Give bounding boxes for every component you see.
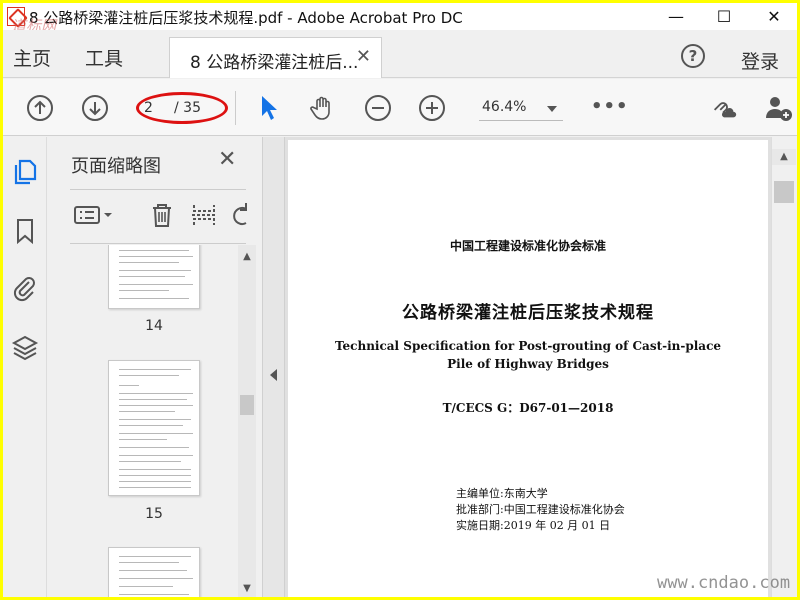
thumbnails-panel: 页面缩略图 ✕ 14 15 ▲ ▼ [48,137,262,597]
hand-tool-button[interactable] [308,93,338,123]
panel-divider [70,189,246,190]
maximize-button[interactable]: ☐ [701,3,747,30]
toolbar: 2 / 35 46.4% ••• [3,79,797,136]
next-page-button[interactable] [80,93,110,123]
plus-circle-icon [419,95,445,121]
doc-org-line: 中国工程建设标准化协会标准 [449,239,606,253]
doc-code: T/CECS G：D67-01—2018 [442,401,614,415]
page-thumbnails-tab[interactable] [11,157,39,185]
title-bar: 8 公路桥梁灌注桩后压浆技术规程.pdf - Adobe Acrobat Pro… [3,3,797,35]
doc-title-en-1: Technical Specification for Post-groutin… [334,339,722,353]
toolbar-divider [235,91,236,125]
close-panel-icon[interactable]: ✕ [218,147,236,172]
tab-tools[interactable]: 工具 [85,44,123,71]
more-tools-button[interactable]: ••• [591,96,629,117]
delete-pages-button[interactable] [148,201,176,229]
trash-icon [153,204,171,227]
doc-title-cn: 公路桥梁灌注桩后压浆技术规程 [402,303,654,323]
add-user-button[interactable] [763,93,793,123]
scroll-up-icon[interactable]: ▲ [772,149,796,165]
cursor-arrow-icon [262,96,277,120]
layers-icon [11,335,39,361]
page-thumbnail[interactable] [108,245,200,309]
minimize-icon: — [668,7,684,26]
watermark-bottom: www.cndao.com [657,573,791,593]
rotate-icon [233,203,247,225]
share-link-button[interactable] [709,93,739,123]
login-button[interactable]: 登录 [741,47,779,74]
tab-home[interactable]: 主页 [13,44,51,71]
scroll-down-icon[interactable]: ▼ [241,583,253,595]
document-tab-label: 8 公路桥梁灌注桩后... [190,53,359,73]
close-icon: ✕ [767,7,781,26]
minimize-button[interactable]: — [653,3,699,30]
scrollbar-thumb[interactable] [240,395,254,415]
panel-title: 页面缩略图 [71,156,161,177]
bookmarks-tab[interactable] [11,217,39,245]
scrollbar-thumb[interactable] [774,181,794,203]
arrow-up-icon [27,95,53,121]
add-user-icon [766,97,792,121]
panel-divider [70,243,246,244]
thumbnail-page-number: 14 [145,318,163,334]
attachments-tab[interactable] [11,274,39,302]
layers-tab[interactable] [11,333,39,361]
page-thumbnail[interactable] [108,547,200,597]
zoom-value: 46.4% [482,99,527,115]
close-window-button[interactable]: ✕ [751,3,797,30]
arrow-down-icon [82,95,108,121]
hand-icon [310,96,330,120]
pages-icon [14,159,37,185]
rotate-pages-button[interactable] [230,201,250,229]
split-pages-icon [192,205,216,225]
previous-page-button[interactable] [25,93,55,123]
help-icon[interactable]: ? [681,44,705,68]
bookmark-icon [17,219,33,245]
scroll-up-icon[interactable]: ▲ [241,251,253,263]
red-annotation-ellipse [136,92,228,124]
acrobat-window: 8 公路桥梁灌注桩后压浆技术规程.pdf - Adobe Acrobat Pro… [3,3,797,597]
zoom-dropdown[interactable]: 46.4% [479,99,563,121]
doc-approver: 批准部门:中国工程建设标准化协会 [456,503,625,516]
thumbnail-scrollbar[interactable]: ▲ ▼ [238,245,256,597]
minus-circle-icon [365,95,391,121]
thumbnail-list: 14 15 [48,245,238,597]
chevron-down-icon [547,106,557,112]
maximize-icon: ☐ [716,7,732,26]
paperclip-icon [13,277,35,302]
tab-bar: 主页 工具 8 公路桥梁灌注桩后... ✕ ? 登录 [3,30,797,78]
document-view: 中国工程建设标准化协会标准 公路桥梁灌注桩后压浆技术规程 Technical S… [285,137,771,597]
navigation-rail [3,137,47,597]
tab-document[interactable]: 8 公路桥梁灌注桩后... ✕ [169,37,382,78]
zoom-out-button[interactable] [363,93,393,123]
thumbnail-page-number: 15 [145,506,163,522]
panel-splitter[interactable] [262,137,285,597]
extract-pages-button[interactable] [190,201,218,229]
collapse-panel-icon[interactable] [270,369,277,381]
doc-date: 实施日期:2019 年 02 月 01 日 [456,519,611,532]
page-number-field[interactable]: 2 / 35 [136,92,228,124]
select-tool-button[interactable] [253,93,283,123]
pdf-page: 中国工程建设标准化协会标准 公路桥梁灌注桩后压浆技术规程 Technical S… [288,140,768,597]
close-tab-icon[interactable]: ✕ [356,46,371,67]
window-title: 8 公路桥梁灌注桩后压浆技术规程.pdf - Adobe Acrobat Pro… [29,9,463,27]
list-options-icon [74,206,112,224]
doc-title-en-2: Pile of Highway Bridges [447,357,609,371]
zoom-in-button[interactable] [417,93,447,123]
link-cloud-icon [713,102,737,118]
doc-editor: 主编单位:东南大学 [456,487,548,500]
document-scrollbar[interactable]: ▲ [771,137,797,597]
page-thumbnail[interactable] [108,360,200,496]
thumbnail-options-button[interactable] [74,201,116,229]
